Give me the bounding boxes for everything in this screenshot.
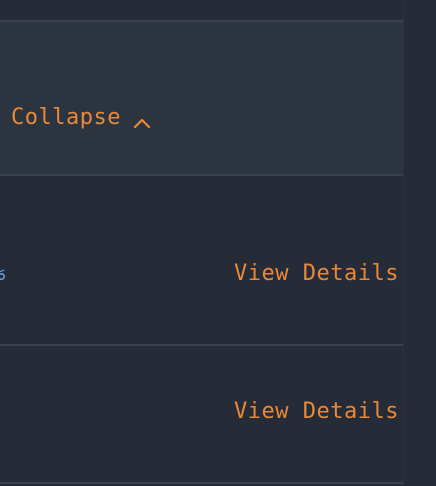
top-divider-row [0,0,403,22]
expanded-header-row: Collapse [0,22,403,176]
percentage-value: % [0,258,5,290]
table-row: % View Details [0,176,403,346]
collapse-button[interactable]: Collapse [11,102,151,134]
collapse-label: Collapse [11,105,121,130]
view-details-link[interactable]: View Details [234,258,399,290]
view-details-link[interactable]: View Details [234,396,399,428]
bottom-divider [0,482,403,484]
details-panel: Collapse % View Details View Details [0,0,404,486]
table-row: View Details [0,346,403,484]
chevron-up-icon [133,110,151,129]
